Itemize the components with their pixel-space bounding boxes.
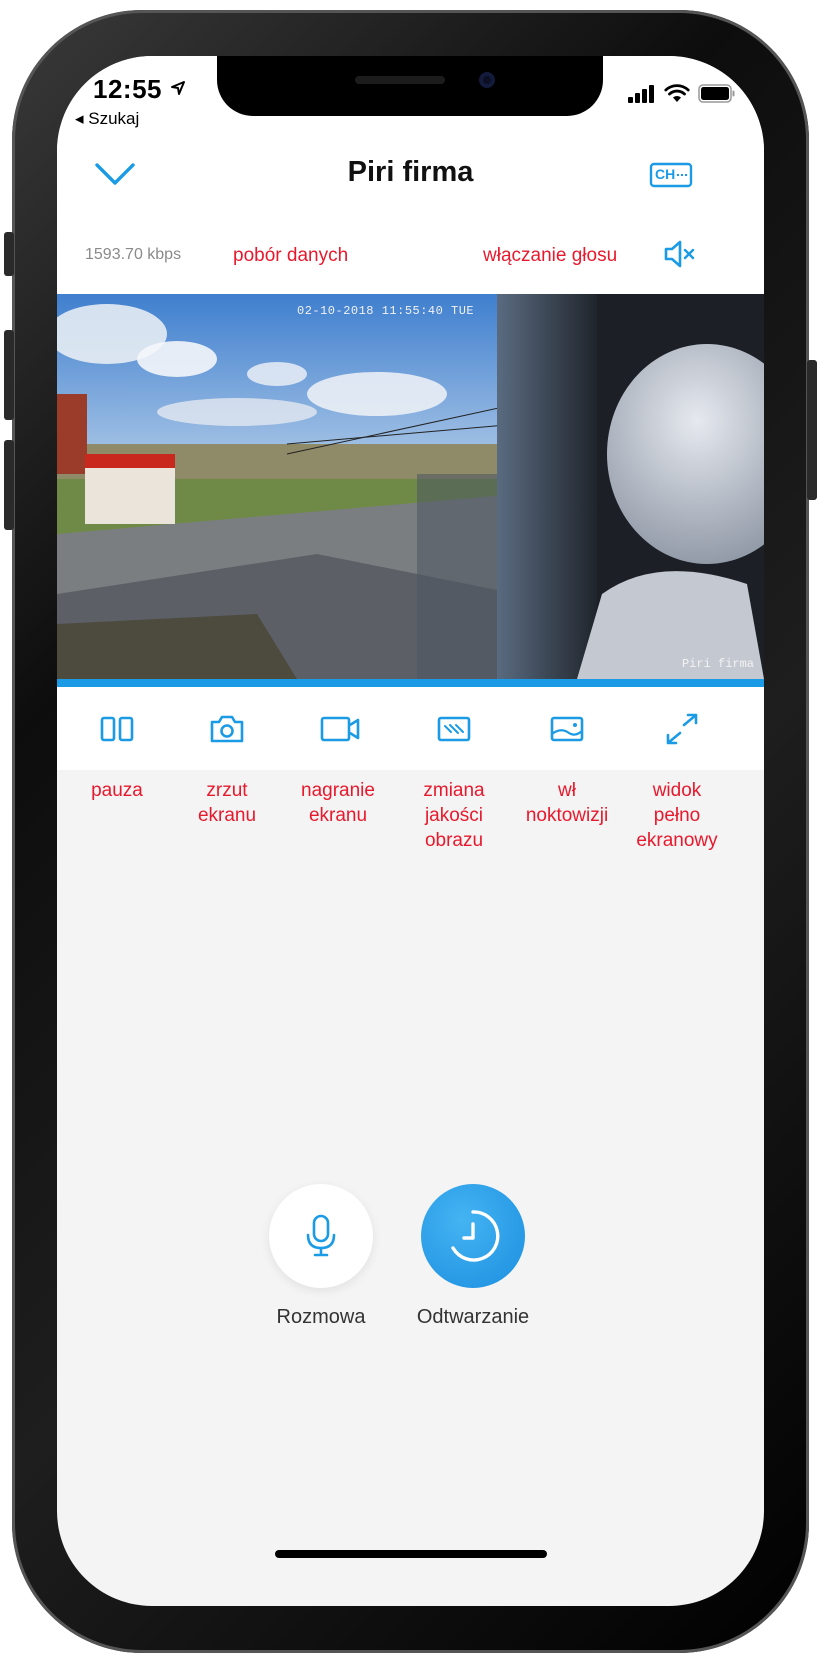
talk-button[interactable]	[269, 1184, 373, 1288]
status-icons	[628, 84, 736, 103]
camera-icon	[210, 715, 244, 742]
signal-icon	[628, 85, 654, 103]
battery-icon	[698, 84, 735, 103]
side-button-volume-down	[4, 440, 14, 530]
side-button-power	[807, 360, 817, 500]
live-video[interactable]: 02-10-2018 11:55:40 TUE Piri firma	[57, 294, 764, 679]
talk-label: Rozmowa	[276, 1306, 366, 1328]
channel-button[interactable]: CH	[649, 162, 693, 188]
screenshot-button[interactable]	[187, 687, 267, 770]
speaker-mute-icon[interactable]	[663, 239, 695, 269]
playback-label: Odtwarzanie	[416, 1306, 530, 1328]
annotation-record: nagranie ekranu	[301, 780, 375, 826]
notch	[217, 56, 603, 116]
fullscreen-button[interactable]	[642, 687, 722, 770]
annotation-night-vision: wł noktowizji	[525, 780, 609, 826]
annotation-screenshot: zrzut ekranu	[197, 780, 257, 826]
quality-icon	[437, 716, 471, 741]
record-button[interactable]	[300, 687, 380, 770]
side-button-volume-up	[4, 330, 14, 420]
annotation-quality: zmiana jakości obrazu	[423, 780, 485, 851]
fullscreen-icon	[666, 713, 698, 744]
home-indicator[interactable]	[275, 1550, 547, 1558]
stream-progress-bar	[57, 679, 764, 687]
microphone-icon	[306, 1214, 336, 1257]
location-arrow-icon	[170, 81, 185, 95]
status-time: 12:55	[93, 74, 186, 105]
night-vision-button[interactable]	[527, 687, 607, 770]
video-record-icon	[320, 716, 360, 741]
channel-label: CH	[655, 166, 676, 182]
video-timestamp: 02-10-2018 11:55:40 TUE	[297, 304, 475, 318]
app-screen: 12:55 ◂ Szukaj Piri firma CH 1593.70 kbp…	[57, 56, 764, 1606]
control-toolbar	[57, 687, 764, 770]
back-to-search[interactable]: ◂ Szukaj	[75, 109, 139, 129]
annotation-fullscreen: widok pełno ekranowy	[636, 780, 718, 851]
side-button-silent	[4, 232, 14, 276]
pause-button[interactable]	[77, 687, 157, 770]
annotation-sound-toggle: włączanie głosu	[483, 245, 618, 266]
video-camera-label: Piri firma	[681, 657, 754, 671]
clock-icon	[451, 1210, 500, 1262]
wifi-icon	[664, 84, 690, 102]
bitrate-readout: 1593.70 kbps	[85, 246, 182, 263]
live-camera-image	[57, 294, 764, 679]
annotation-pause: pauza	[91, 780, 143, 801]
quality-button[interactable]	[414, 687, 494, 770]
pause-icon	[100, 716, 134, 741]
night-vision-icon	[550, 716, 584, 741]
annotation-data-usage: pobór danych	[233, 245, 349, 266]
playback-button[interactable]	[421, 1184, 525, 1288]
